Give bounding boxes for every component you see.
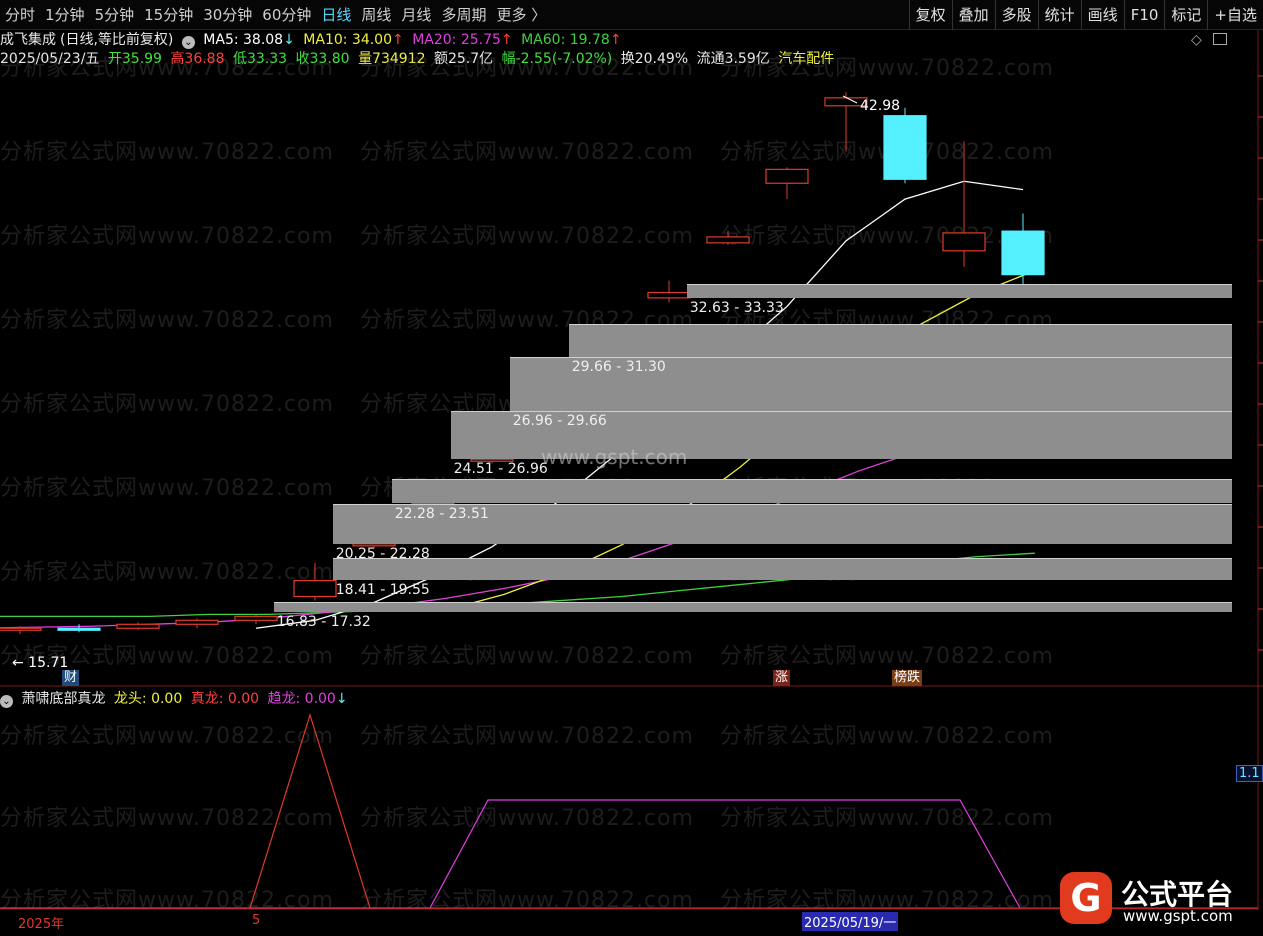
candle-body [706, 236, 750, 244]
candle-body [234, 615, 278, 621]
logo-site: www.gspt.com [1123, 907, 1233, 925]
support-zone [686, 283, 1232, 298]
candle-body [175, 619, 219, 625]
center-watermark: www.gspt.com [541, 445, 688, 469]
badge-list-fall[interactable]: 榜跌 [892, 670, 923, 686]
indicator-arrow: ↓ [335, 691, 348, 707]
high-price-label: 42.98 [860, 98, 900, 114]
support-zone-label: 26.96 - 29.66 [512, 412, 607, 429]
axis-cursor-date: 2025/05/19/一 [802, 912, 899, 931]
support-zone-label: 32.63 - 33.33 [689, 299, 784, 316]
support-zone [568, 324, 1232, 357]
support-zone-label: 18.41 - 19.55 [335, 582, 430, 599]
candle-body [116, 623, 160, 629]
axis-month-label: 5 [252, 913, 261, 928]
support-zone-label: 29.66 - 31.30 [571, 358, 666, 375]
support-zone [391, 479, 1232, 504]
logo-glyph: G [1070, 876, 1102, 920]
support-zone [273, 602, 1232, 612]
qulong-line [0, 799, 1021, 909]
indicator-qulong: 趋龙: 0.00 [267, 691, 336, 707]
candle-body [883, 115, 927, 180]
candle-body [765, 168, 809, 184]
candle-body [57, 627, 101, 631]
gspt-logo: G 公式平台 www.gspt.com [1057, 869, 1257, 929]
support-zone-label: 20.25 - 22.28 [335, 545, 430, 562]
low-price-label: ← 15.71 [12, 655, 68, 671]
candle-body [1001, 230, 1045, 276]
candle-body [293, 579, 337, 598]
support-zone-label: 22.28 - 23.51 [394, 505, 489, 522]
support-zone-label: 24.51 - 26.96 [453, 461, 548, 478]
longtou-spike-line [249, 712, 371, 909]
candle-body [0, 627, 42, 631]
support-zone [332, 557, 1232, 581]
indicator-zhenlong: 真龙: 0.00 [190, 691, 260, 707]
indicator-axis-value: 1.1 [1236, 765, 1263, 782]
support-zone-label: 16.83 - 17.32 [276, 613, 371, 630]
indicator-title-line: ⌄ 萧啸底部真龙 龙头: 0.00 真龙: 0.00 趋龙: 0.00↓ [0, 689, 352, 709]
badge-finance[interactable]: 财 [62, 670, 80, 686]
axis-year-label: 2025年 [18, 917, 65, 932]
indicator-dropdown-icon[interactable]: ⌄ [0, 695, 13, 708]
badge-rise[interactable]: 涨 [773, 670, 791, 686]
indicator-name: 萧啸底部真龙 [21, 691, 106, 707]
candle-body [942, 232, 986, 252]
indicator-longtou: 龙头: 0.00 [113, 691, 183, 707]
candle-body [647, 291, 691, 299]
